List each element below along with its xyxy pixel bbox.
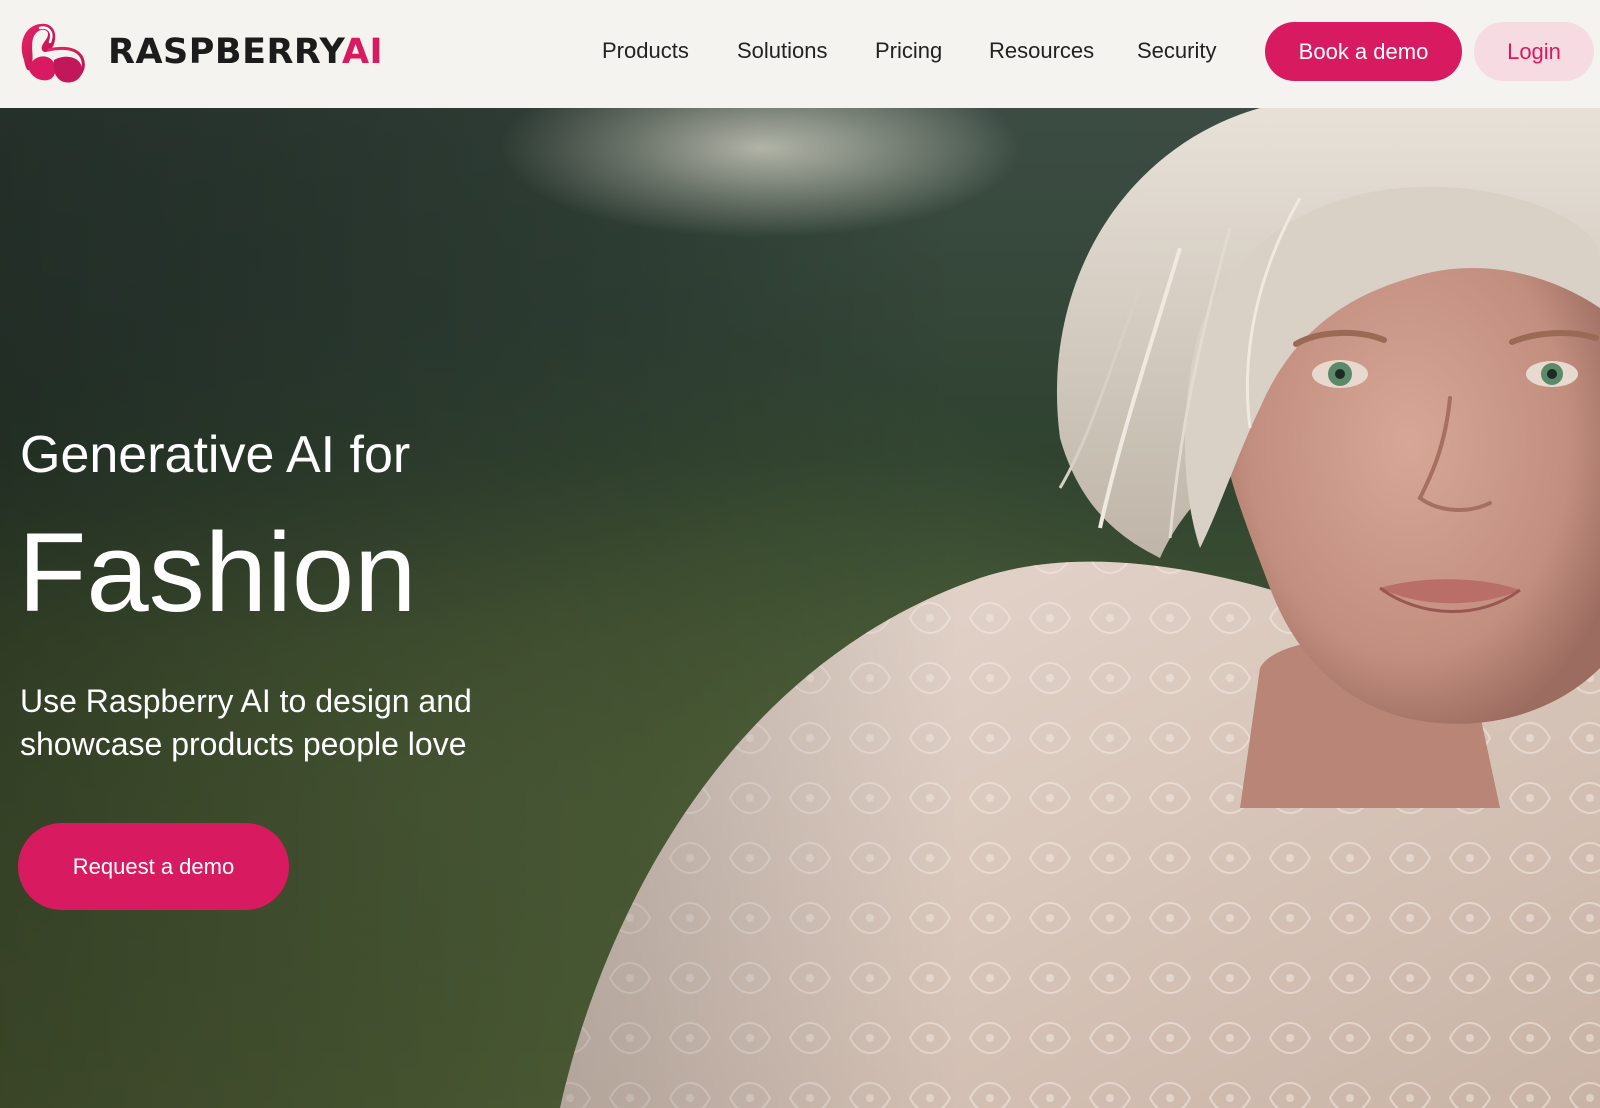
brand-wordmark[interactable]: RASPBERRYAI — [108, 30, 383, 74]
nav-products[interactable]: Products — [602, 36, 689, 66]
nav-solutions[interactable]: Solutions — [737, 36, 828, 66]
raspberry-logo-icon[interactable] — [18, 20, 86, 84]
hero-pretitle: Generative AI for — [20, 426, 411, 484]
hero-subtitle: Use Raspberry AI to design and showcase … — [20, 683, 472, 762]
hero-title: Fashion — [18, 510, 417, 635]
site-header: RASPBERRYAI Products Solutions Pricing R… — [0, 0, 1600, 108]
nav-security[interactable]: Security — [1137, 36, 1216, 66]
book-demo-button[interactable]: Book a demo — [1265, 22, 1462, 81]
brand-name-accent: AI — [341, 32, 384, 72]
nav-pricing[interactable]: Pricing — [875, 36, 942, 66]
request-demo-button[interactable]: Request a demo — [18, 823, 289, 910]
hero-section: Generative AI for Fashion Use Raspberry … — [0, 108, 1600, 1108]
nav-resources[interactable]: Resources — [989, 36, 1094, 66]
login-button[interactable]: Login — [1474, 22, 1594, 81]
brand-name-main: RASPBERRY — [108, 32, 342, 72]
